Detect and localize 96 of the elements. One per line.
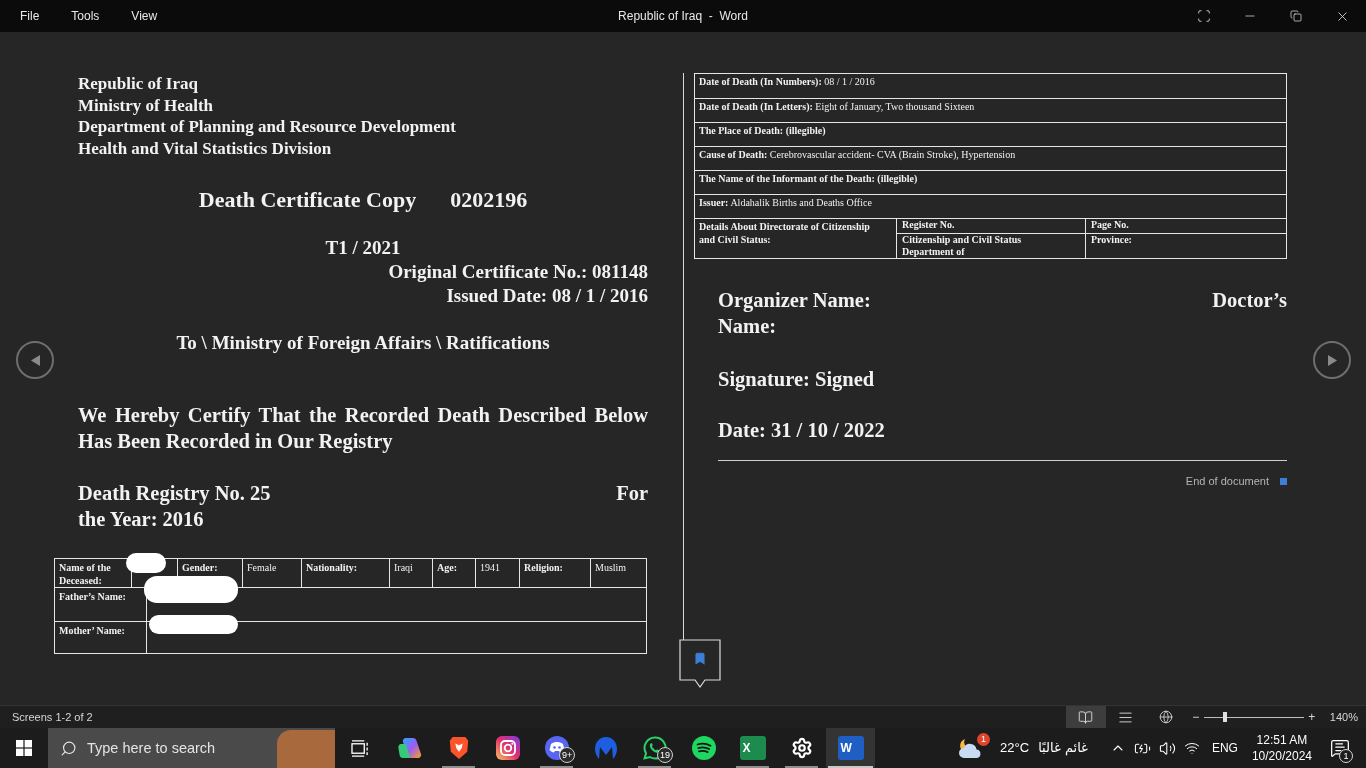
- taskbar-app-button[interactable]: X: [728, 728, 777, 768]
- end-of-document-label: End of document: [1185, 474, 1269, 489]
- certificate-number: 0202196: [450, 186, 528, 215]
- signature-date: Date: 31 / 10 / 2022: [718, 418, 885, 443]
- end-marker-icon: [1280, 477, 1287, 485]
- task-view-icon: [351, 739, 370, 757]
- window-title: Republic of Iraq - Word: [618, 8, 748, 25]
- next-screen-button[interactable]: [1313, 341, 1351, 379]
- registry-year: the Year: 2016: [78, 507, 204, 533]
- speaker-icon[interactable]: [1158, 739, 1176, 757]
- search-bar[interactable]: Type here to search: [48, 728, 335, 768]
- registry-number: Death Registry No. 25: [78, 481, 271, 507]
- table-cell: The Place of Death: (illegible): [695, 122, 1286, 146]
- camera-app-icon: [495, 736, 520, 760]
- notifications-button[interactable]: 1: [1326, 728, 1354, 768]
- header-line: Republic of Iraq: [78, 73, 198, 95]
- table-cell-text: Father’s Name:: [58, 590, 127, 605]
- table-cell: Religion:: [519, 559, 590, 588]
- table-cell: Muslim: [590, 559, 646, 588]
- notification-badge: 9+: [559, 747, 576, 763]
- globe-icon: [1158, 710, 1173, 724]
- weather-alert-badge: 1: [977, 732, 991, 746]
- message-icon: [1330, 738, 1350, 758]
- header-line: Department of Planning and Resource Development: [78, 116, 456, 138]
- table-cell: Female: [242, 559, 301, 588]
- document-app-icon: W: [837, 736, 864, 760]
- taskbar-app-button[interactable]: 9+: [532, 728, 581, 768]
- previous-screen-button[interactable]: [16, 341, 54, 379]
- m-logo-app-icon: [593, 736, 618, 760]
- table-cell: Age:: [432, 559, 475, 588]
- table-cell: The Name of the Informant of the Death: (illegible): [695, 170, 1286, 194]
- issued-date: Issued Date: 08 / 1 / 2016: [446, 284, 648, 309]
- focus-frame-icon: [1197, 9, 1211, 23]
- table-cell: Nationality:: [301, 559, 389, 588]
- menu-item[interactable]: Tools: [61, 0, 110, 32]
- table-cell: Citizenship and Civil Status Department of: [897, 233, 1085, 258]
- temperature: 22°C: [1000, 739, 1030, 758]
- search-field[interactable]: Type here to search: [87, 736, 257, 760]
- header-line: Ministry of Health: [78, 94, 214, 117]
- taskbar-app-button[interactable]: W: [826, 728, 875, 768]
- table-cell-text: Date of Death (In Numbers): 08 / 1 / 2016: [698, 75, 876, 89]
- menu-item[interactable]: View: [121, 0, 168, 32]
- document-title: Death Certificate Copy: [198, 186, 417, 215]
- language-indicator[interactable]: ENG: [1209, 739, 1240, 757]
- addressee: To \ Ministry of Foreign Affairs \ Ratifications: [176, 331, 550, 356]
- clock-time: 12:51 AM: [1256, 732, 1308, 748]
- registry-year-label: For: [616, 481, 648, 507]
- shield-app-icon: [447, 736, 470, 760]
- table-cell-text: Name of the Deceased:: [58, 561, 112, 588]
- clock-date: 10/20/2024: [1251, 748, 1312, 764]
- bookmark-icon: [693, 650, 707, 667]
- restore-icon: [1290, 10, 1302, 22]
- table-cell: 1941: [475, 559, 519, 588]
- zoom-slider[interactable]: [1203, 712, 1304, 722]
- left-triangle-icon: [30, 354, 40, 366]
- open-book-icon: [1078, 709, 1094, 725]
- sound-waves-app-icon: [691, 736, 716, 760]
- gear-icon: [790, 737, 813, 759]
- table-cell: Date of Death (In Letters): Eight of January, Two thousand Sixteen: [695, 98, 1286, 122]
- certification-statement: We Hereby Certify That the Recorded Death Described Below Has Been Recorded in Our Registry: [78, 403, 648, 455]
- bookmark-button[interactable]: [679, 639, 721, 689]
- original-certificate-number: Original Certificate No.: 081148: [388, 260, 648, 285]
- table-cell: Page No.: [1085, 219, 1286, 233]
- zoom-in-button[interactable]: +: [1303, 708, 1320, 726]
- notification-badge: 1: [1339, 749, 1353, 763]
- header-line: Health and Vital Statistics Division: [78, 137, 332, 160]
- four-panes-icon: [16, 740, 32, 756]
- page-count: Screens 1-2 of 2: [11, 709, 93, 725]
- lined-page-icon: [1118, 709, 1134, 725]
- table-cell: Issuer: Aldahalik Births and Deaths Office: [695, 194, 1286, 218]
- table-cell-text: Register No.: [901, 219, 956, 232]
- clock[interactable]: 12:51 AM 10/20/2024: [1249, 732, 1314, 764]
- organizer-name-label: Organizer Name:: [718, 288, 871, 313]
- reference-number: T1 / 2021: [325, 236, 401, 261]
- zoom-level: 140%: [1329, 709, 1358, 725]
- doctor-name-label: Name:: [718, 314, 777, 339]
- table-cell: Iraqi: [389, 559, 432, 588]
- search-icon: [60, 739, 77, 757]
- doctor-name-label: Doctor’s: [1212, 288, 1287, 313]
- view-mode-button[interactable]: [1065, 706, 1106, 728]
- right-triangle-icon: [1327, 354, 1337, 366]
- notification-badge: 19: [657, 747, 673, 763]
- swirl-app-icon: [397, 736, 422, 760]
- table-cell: Province:: [1085, 233, 1286, 258]
- zoom-out-button[interactable]: −: [1187, 708, 1204, 726]
- table-cell-text: Mother’ Name:: [58, 624, 126, 639]
- table-cell-text: Details About Directorate of Citizenship and Civil Status:: [698, 220, 871, 247]
- spreadsheet-app-icon: X: [739, 736, 766, 760]
- wifi-icon[interactable]: [1183, 740, 1200, 756]
- search-highlight-picture: [277, 730, 335, 768]
- signature-line: Signature: Signed: [718, 367, 875, 392]
- taskbar-app-button[interactable]: 19: [630, 728, 679, 768]
- zoom-slider-thumb[interactable]: [1222, 712, 1227, 722]
- menu-item[interactable]: File: [10, 0, 50, 32]
- weather-condition: غائم غالبًا: [1038, 739, 1088, 758]
- table-cell: Cause of Death: Cerebrovascular accident- CVA (Brain Stroke), Hypertension: [695, 146, 1286, 170]
